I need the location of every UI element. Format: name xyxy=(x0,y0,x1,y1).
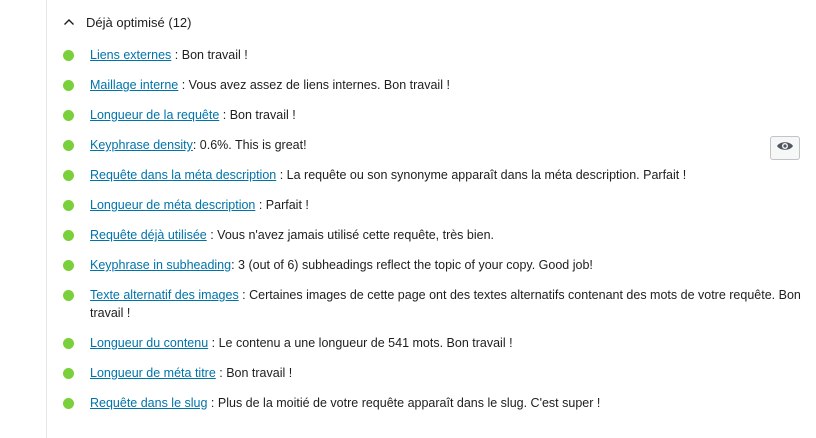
result-feedback: : Vous n'avez jamais utilisé cette requê… xyxy=(206,228,495,242)
result-feedback: : Bon travail ! xyxy=(219,108,296,122)
result-feedback: : Bon travail ! xyxy=(215,366,293,380)
result-item: Keyphrase density: 0.6%. This is great! xyxy=(60,136,804,154)
result-text: Longueur de méta description : Parfait ! xyxy=(90,196,804,214)
result-text: Keyphrase in subheading: 3 (out of 6) su… xyxy=(90,256,804,274)
good-status-icon xyxy=(63,230,74,241)
result-feedback: : Le contenu a une longueur de 541 mots.… xyxy=(208,336,513,350)
result-text: Liens externes : Bon travail ! xyxy=(90,46,804,64)
result-feedback: : Bon travail ! xyxy=(171,48,248,62)
good-status-icon xyxy=(63,398,74,409)
result-text: Keyphrase density: 0.6%. This is great! xyxy=(90,136,804,154)
result-link[interactable]: Longueur de méta titre xyxy=(90,366,216,380)
result-link[interactable]: Keyphrase density xyxy=(90,138,193,152)
chevron-up-icon xyxy=(60,13,78,31)
result-item: Maillage interne : Vous avez assez de li… xyxy=(60,76,804,94)
result-text: Maillage interne : Vous avez assez de li… xyxy=(90,76,804,94)
good-status-icon xyxy=(63,170,74,181)
good-status-icon xyxy=(63,338,74,349)
result-text: Requête dans la méta description : La re… xyxy=(90,166,804,184)
good-status-icon xyxy=(63,110,74,121)
result-item: Requête déjà utilisée : Vous n'avez jama… xyxy=(60,226,804,244)
result-text: Longueur du contenu : Le contenu a une l… xyxy=(90,334,804,352)
result-link[interactable]: Requête déjà utilisée xyxy=(90,228,207,242)
result-item: Texte alternatif des images : Certaines … xyxy=(60,286,804,322)
results-list: Liens externes : Bon travail ! Maillage … xyxy=(60,46,804,424)
result-text: Longueur de la requête : Bon travail ! xyxy=(90,106,804,124)
result-text: Requête déjà utilisée : Vous n'avez jama… xyxy=(90,226,804,244)
result-link[interactable]: Texte alternatif des images xyxy=(90,288,239,302)
result-link[interactable]: Maillage interne xyxy=(90,78,178,92)
left-divider xyxy=(46,0,47,438)
result-item: Longueur de méta titre : Bon travail ! xyxy=(60,364,804,382)
result-link[interactable]: Longueur de méta description xyxy=(90,198,255,212)
good-status-icon xyxy=(63,140,74,151)
result-item: Requête dans la méta description : La re… xyxy=(60,166,804,184)
eye-icon xyxy=(776,139,794,157)
result-feedback: : Vous avez assez de liens internes. Bon… xyxy=(178,78,450,92)
result-link[interactable]: Liens externes xyxy=(90,48,171,62)
section-toggle-already-optimized[interactable]: Déjà optimisé (12) xyxy=(60,10,192,34)
result-item: Longueur de méta description : Parfait ! xyxy=(60,196,804,214)
result-feedback: : Plus de la moitié de votre requête app… xyxy=(207,396,601,410)
result-text: Texte alternatif des images : Certaines … xyxy=(90,286,804,322)
good-status-icon xyxy=(63,50,74,61)
result-link[interactable]: Longueur de la requête xyxy=(90,108,219,122)
result-feedback: : 0.6%. This is great! xyxy=(192,138,307,152)
result-item: Keyphrase in subheading: 3 (out of 6) su… xyxy=(60,256,804,274)
good-status-icon xyxy=(63,200,74,211)
result-item: Longueur du contenu : Le contenu a une l… xyxy=(60,334,804,352)
result-item: Requête dans le slug : Plus de la moitié… xyxy=(60,394,804,412)
section-title: Déjà optimisé (12) xyxy=(86,14,192,30)
result-text: Longueur de méta titre : Bon travail ! xyxy=(90,364,804,382)
highlight-toggle-button[interactable] xyxy=(770,136,800,160)
good-status-icon xyxy=(63,368,74,379)
result-link[interactable]: Longueur du contenu xyxy=(90,336,208,350)
result-link[interactable]: Keyphrase in subheading xyxy=(90,258,231,272)
result-link[interactable]: Requête dans la méta description xyxy=(90,168,276,182)
good-status-icon xyxy=(63,290,74,301)
result-feedback: : La requête ou son synonyme apparaît da… xyxy=(276,168,687,182)
result-item: Longueur de la requête : Bon travail ! xyxy=(60,106,804,124)
result-item: Liens externes : Bon travail ! xyxy=(60,46,804,64)
good-status-icon xyxy=(63,80,74,91)
result-feedback: : Parfait ! xyxy=(255,198,309,212)
result-link[interactable]: Requête dans le slug xyxy=(90,396,207,410)
good-status-icon xyxy=(63,260,74,271)
result-feedback: : 3 (out of 6) subheadings reflect the t… xyxy=(231,258,593,272)
result-text: Requête dans le slug : Plus de la moitié… xyxy=(90,394,804,412)
